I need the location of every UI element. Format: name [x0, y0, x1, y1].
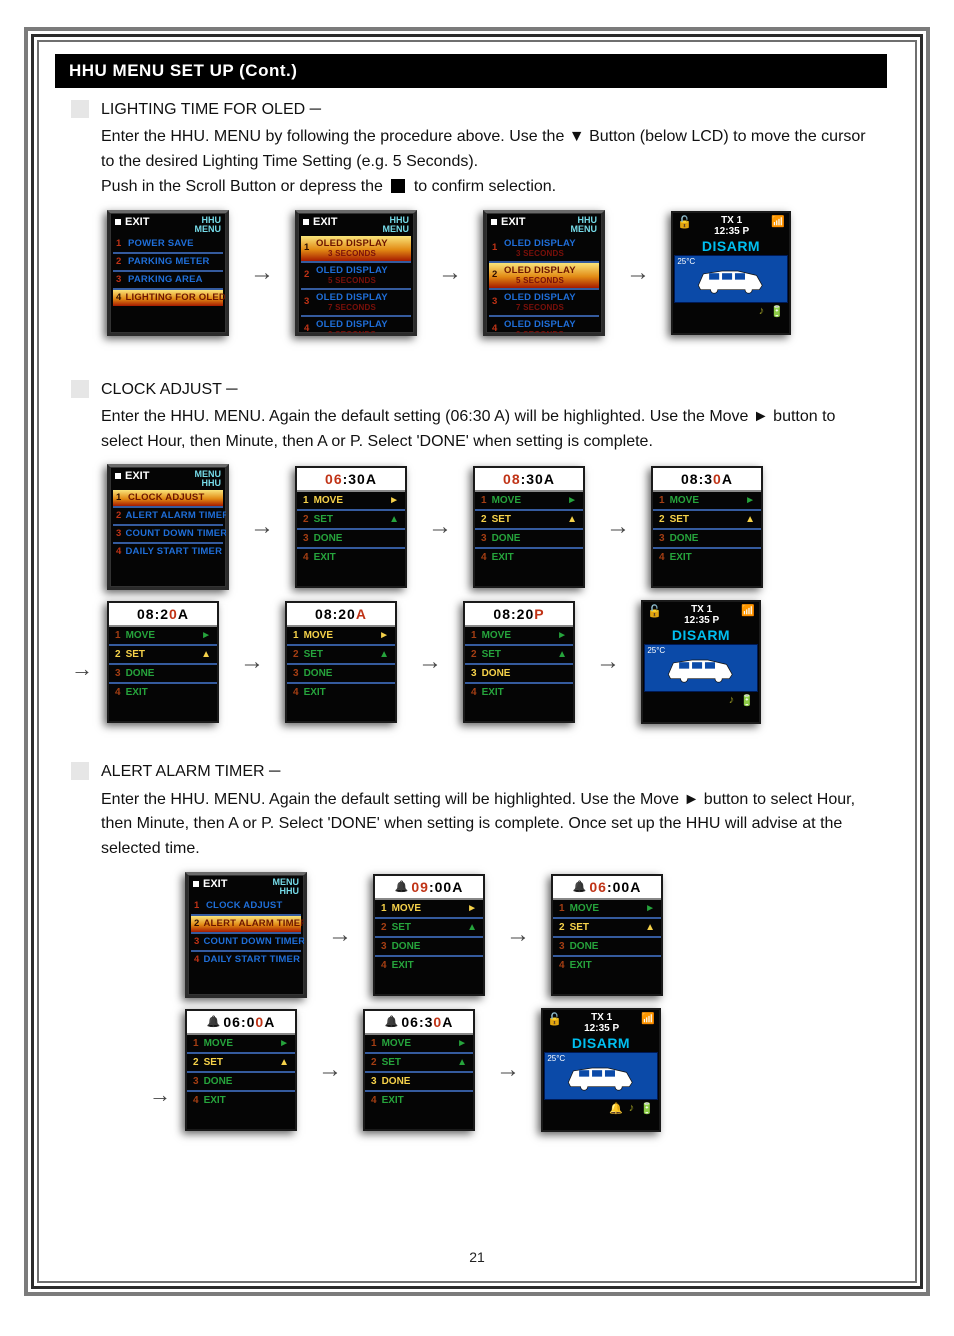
time-adjust-tile: 06:30A1MOVE►2SET▲3DONE4EXIT: [363, 1009, 475, 1131]
arrow-icon: →: [496, 1056, 520, 1084]
unlock-icon: [677, 215, 692, 237]
alert-desc: Enter the HHU. MENU. Again the default s…: [101, 788, 875, 862]
lighting-flow: EXIT HHUMENU 1POWER SAVE2PARKING METER3P…: [107, 210, 915, 336]
time-adjust-tile: 06:00A1MOVE►2SET▲3DONE4EXIT: [551, 874, 663, 996]
page-number: 21: [39, 1249, 915, 1265]
time-adjust-tile: 08:30A1MOVE►2SET▲3DONE4EXIT: [473, 466, 585, 588]
vehicle-icon: 25°C: [644, 644, 757, 692]
clock-desc: Enter the HHU. MENU. Again the default s…: [101, 405, 875, 455]
arrow-icon: →: [428, 513, 452, 541]
section-header: HHU MENU SET UP (Cont.): [55, 54, 887, 88]
lighting-desc: Enter the HHU. MENU by following the pro…: [101, 125, 875, 175]
antenna-icon: [741, 604, 755, 626]
time-adjust-tile: 08:20 A1MOVE►2SET▲3DONE4EXIT: [107, 601, 219, 723]
arrow-icon: →: [318, 1056, 342, 1084]
result-disarm: TX 112:35 P DISARM 25°C ♪🔋: [641, 600, 761, 724]
clock-flow-1: EXIT MENUHHU 1CLOCK ADJUST2ALERT ALARM T…: [107, 464, 915, 590]
bullet-clock: CLOCK ADJUST ─: [71, 378, 875, 401]
oled-submenu-3s: EXIT HHUMENU 1OLED DISPLAY3 SECONDS2OLED…: [295, 210, 417, 336]
page: HHU MENU SET UP (Cont.) LIGHTING TIME FO…: [0, 0, 954, 1336]
oled-submenu-5s: EXIT HHUMENU 1OLED DISPLAY3 SECONDS2OLED…: [483, 210, 605, 336]
arrow-icon: →: [506, 921, 530, 949]
black-square-icon: [391, 179, 405, 193]
note-icon: ♪: [729, 694, 735, 707]
antenna-icon: [641, 1012, 655, 1034]
result-disarm: TX 112:35 P DISARM 25°C 🔔♪🔋: [541, 1008, 661, 1132]
time-adjust-tile: 08:30 A1MOVE►2SET▲3DONE4EXIT: [651, 466, 763, 588]
arrow-icon: →: [250, 513, 274, 541]
hhu-menu-root: EXIT HHUMENU 1POWER SAVE2PARKING METER3P…: [107, 210, 229, 336]
battery-icon: 🔋: [740, 694, 754, 707]
alert-flow-2: 06:00A1MOVE►2SET▲3DONE4EXIT → 06:30A1MOVE►…: [185, 1008, 915, 1132]
arrow-icon: →: [328, 921, 352, 949]
alert-flow-1: EXIT MENUHHU 1CLOCK ADJUST2ALERT ALARM T…: [185, 872, 915, 998]
bullet-marker: [71, 380, 89, 398]
bullet-marker: [71, 762, 89, 780]
time-adjust-tile: 09:00A1MOVE►2SET▲3DONE4EXIT: [373, 874, 485, 996]
arrow-icon: →: [596, 648, 620, 676]
bullet-alert: ALERT ALARM TIMER ─: [71, 760, 875, 783]
arrow-icon: →: [626, 259, 650, 287]
vehicle-icon: 25°C: [544, 1052, 657, 1100]
arrow-icon: →: [250, 259, 274, 287]
note-icon: ♪: [759, 305, 765, 318]
hhu-menu-clock: EXIT MENUHHU 1CLOCK ADJUST2ALERT ALARM T…: [107, 464, 229, 590]
time-adjust-tile: 08:20 P1MOVE►2SET▲3DONE4EXIT: [463, 601, 575, 723]
bullet-lighting: LIGHTING TIME FOR OLED ─: [71, 98, 875, 121]
unlock-icon: [547, 1012, 562, 1034]
battery-icon: 🔋: [770, 305, 784, 318]
lighting-desc2: Push in the Scroll Button or depress the…: [101, 175, 875, 200]
page-frame: HHU MENU SET UP (Cont.) LIGHTING TIME FO…: [24, 27, 930, 1296]
unlock-icon: [647, 604, 662, 626]
time-adjust-tile: 08:20 A1MOVE►2SET▲3DONE4EXIT: [285, 601, 397, 723]
bell-icon: 🔔: [609, 1102, 623, 1115]
time-adjust-tile: 06:00A1MOVE►2SET▲3DONE4EXIT: [185, 1009, 297, 1131]
note-icon: ♪: [629, 1102, 635, 1115]
arrow-icon: →: [606, 513, 630, 541]
arrow-icon: →: [418, 648, 442, 676]
hhu-menu-alert: EXIT MENUHHU 1CLOCK ADJUST2ALERT ALARM T…: [185, 872, 307, 998]
time-adjust-tile: 06:30A1MOVE►2SET▲3DONE4EXIT: [295, 466, 407, 588]
bullet-marker: [71, 100, 89, 118]
arrow-icon: →: [240, 648, 264, 676]
arrow-icon: →: [438, 259, 462, 287]
vehicle-icon: 25°C: [674, 255, 787, 303]
antenna-icon: [771, 215, 785, 237]
clock-flow-2: 08:20 A1MOVE►2SET▲3DONE4EXIT → 08:20 A1MOV…: [107, 600, 915, 724]
battery-icon: 🔋: [640, 1102, 654, 1115]
result-disarm: TX 112:35 P DISARM 25°C ♪🔋: [671, 211, 791, 335]
